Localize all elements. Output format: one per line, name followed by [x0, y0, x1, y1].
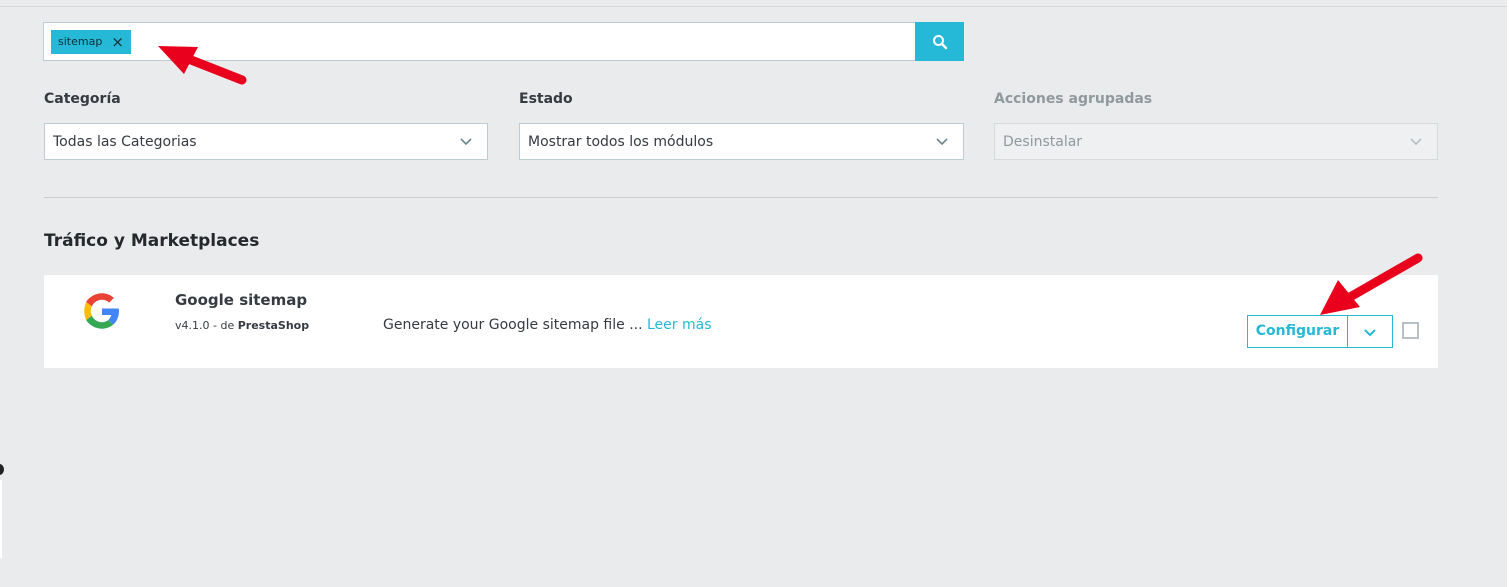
read-more-link[interactable]: Leer más: [647, 317, 712, 333]
module-description-text: Generate your Google sitemap file ...: [383, 317, 643, 333]
configure-button[interactable]: Configurar: [1247, 315, 1348, 348]
module-author: PrestaShop: [237, 319, 310, 332]
module-name: Google sitemap: [175, 291, 308, 309]
bulk-actions-value: Desinstalar: [1003, 134, 1083, 150]
bulk-actions-select: Desinstalar: [994, 123, 1438, 160]
search-tag-label: sitemap: [58, 35, 103, 48]
module-select-checkbox[interactable]: [1402, 322, 1419, 339]
chevron-down-icon: [936, 138, 948, 146]
module-version: v4.1.0 - de PrestaShop: [175, 319, 309, 332]
chevron-down-icon: [1364, 328, 1376, 336]
module-search-input[interactable]: sitemap ×: [43, 22, 917, 61]
bulk-actions-label: Acciones agrupadas: [994, 91, 1153, 107]
edge-handle: [0, 464, 4, 475]
search-tag: sitemap ×: [51, 30, 131, 54]
section-divider: [44, 197, 1438, 198]
category-select[interactable]: Todas las Categorias: [44, 123, 488, 160]
edge-bar: [0, 480, 2, 558]
category-filter-label: Categoría: [44, 91, 121, 107]
chevron-down-icon: [460, 138, 472, 146]
search-button[interactable]: [915, 22, 964, 61]
module-version-text: v4.1.0 - de: [175, 319, 238, 332]
search-icon: [932, 34, 947, 49]
top-border: [0, 6, 1509, 7]
status-select[interactable]: Mostrar todos los módulos: [519, 123, 964, 160]
chevron-down-icon: [1410, 138, 1422, 146]
google-g-icon: [84, 293, 119, 329]
status-select-value: Mostrar todos los módulos: [528, 134, 714, 150]
configure-dropdown-button[interactable]: [1347, 315, 1393, 348]
close-icon[interactable]: ×: [111, 30, 124, 54]
section-title: Tráfico y Marketplaces: [44, 231, 260, 251]
category-select-value: Todas las Categorias: [53, 134, 197, 150]
status-filter-label: Estado: [519, 91, 573, 107]
module-card: Google sitemap v4.1.0 - de PrestaShop Ge…: [44, 275, 1438, 368]
module-description: Generate your Google sitemap file ... Le…: [383, 317, 712, 333]
